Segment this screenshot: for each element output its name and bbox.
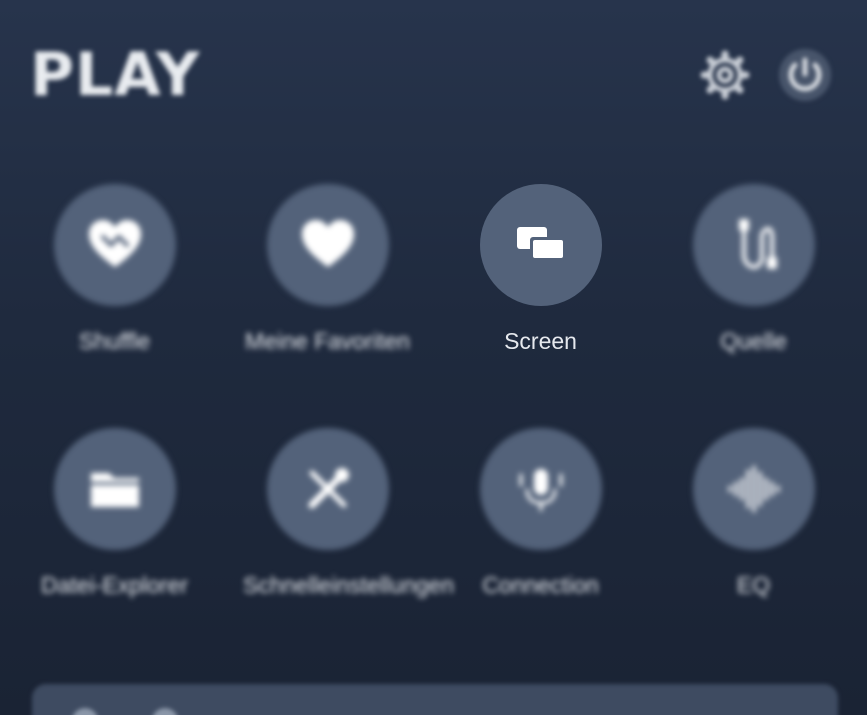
tile-eq-button[interactable]: [692, 428, 815, 550]
screen-mirror-icon: [516, 227, 566, 261]
settings-button[interactable]: [698, 48, 752, 102]
tile-quick-settings-button[interactable]: [266, 428, 389, 550]
tile-shuffle[interactable]: Shuffle: [8, 184, 221, 357]
tile-source-button[interactable]: [692, 184, 815, 306]
cable-source-icon: [738, 219, 777, 270]
tile-quick-settings[interactable]: Schnelleinstellungen: [221, 428, 454, 601]
tile-favorites-label: Meine Favoriten: [245, 328, 410, 354]
bottom-player-bar[interactable]: [32, 684, 838, 715]
tile-eq[interactable]: EQ: [647, 428, 860, 601]
header: PLAY: [30, 40, 840, 110]
tile-connection[interactable]: Connection: [434, 428, 647, 601]
heart-shuffle-icon: [88, 220, 141, 267]
folder-icon: [90, 473, 139, 507]
tile-shuffle-button[interactable]: [53, 184, 176, 306]
tile-favorites-button[interactable]: [266, 184, 389, 306]
waveform-icon: [728, 465, 779, 513]
tile-screen-label: Screen: [504, 328, 577, 354]
tile-shuffle-label: Shuffle: [78, 328, 151, 354]
tile-source-label: Quelle: [720, 328, 787, 354]
tile-connection-button[interactable]: [479, 428, 602, 550]
tile-eq-label: EQ: [736, 572, 771, 598]
power-icon: [779, 49, 831, 101]
tile-screen-button[interactable]: [479, 184, 602, 306]
tile-file-explorer[interactable]: Datei-Explorer: [8, 428, 221, 601]
tile-connection-label: Connection: [482, 572, 599, 598]
bar-icon-center: [152, 708, 178, 715]
tile-quick-settings-label: Schnelleinstellungen: [243, 572, 454, 598]
tile-file-explorer-button[interactable]: [53, 428, 176, 550]
tile-favorites[interactable]: Meine Favoriten: [221, 184, 434, 357]
gear-icon: [700, 50, 750, 100]
app-title: PLAY: [30, 40, 201, 110]
tile-source[interactable]: Quelle: [647, 184, 860, 357]
heart-icon: [301, 220, 354, 267]
tile-file-explorer-label: Datei-Explorer: [41, 572, 188, 598]
power-button[interactable]: [778, 48, 832, 102]
tile-screen[interactable]: Screen: [434, 184, 647, 357]
tools-icon: [308, 468, 349, 509]
microphone-icon: [519, 469, 562, 511]
bar-icon-left: [72, 708, 98, 715]
